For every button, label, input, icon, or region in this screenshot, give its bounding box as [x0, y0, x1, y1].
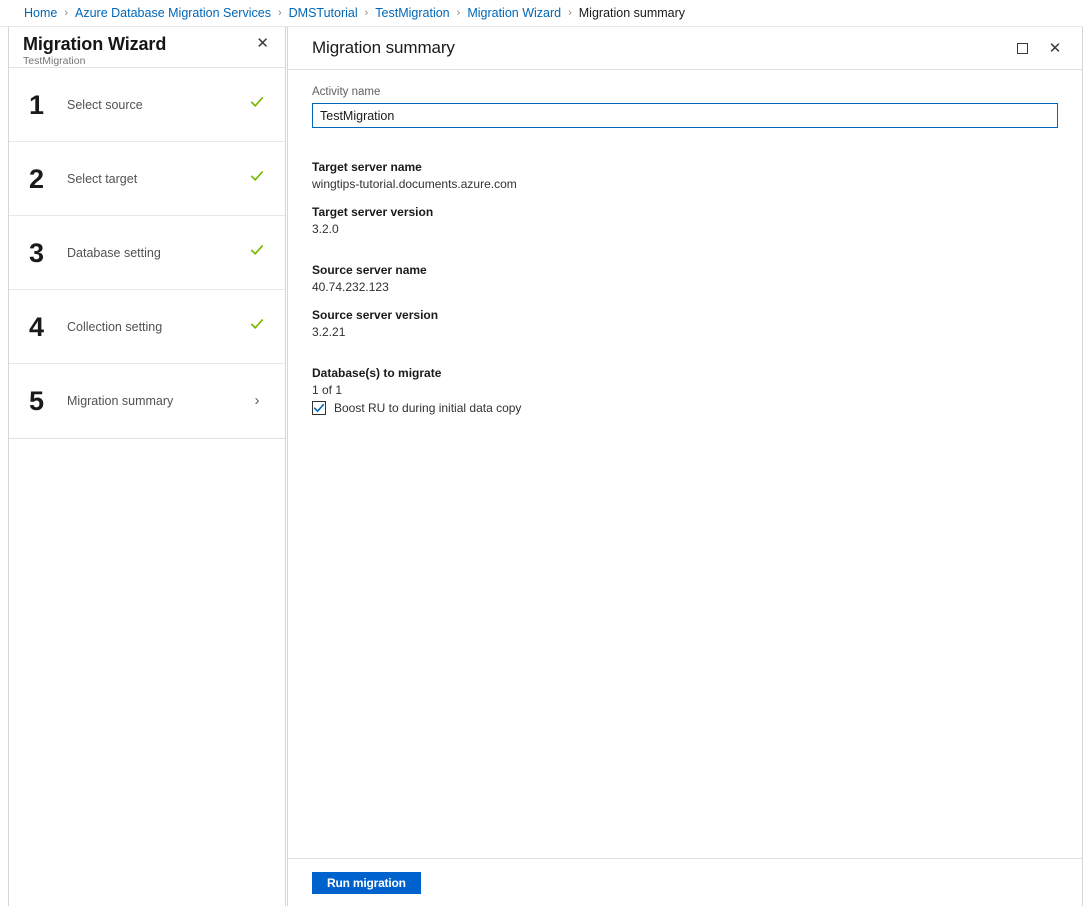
step-status — [247, 243, 267, 262]
summary-key: Source server name — [312, 263, 427, 277]
boost-ru-checkbox[interactable] — [312, 401, 326, 415]
databases-to-migrate-count: 1 of 1 — [312, 383, 343, 397]
sidebar-item-select-source[interactable]: 1 Select source — [9, 68, 285, 142]
check-icon — [250, 245, 264, 255]
content-footer: Run migration — [288, 858, 1082, 906]
check-icon — [250, 319, 264, 329]
step-status — [247, 169, 267, 188]
blade-container: Migration Wizard TestMigration ✕ 1 Selec… — [0, 27, 1083, 911]
boost-ru-checkbox-label: Boost RU to during initial data copy — [334, 401, 522, 415]
wizard-header: Migration Wizard TestMigration ✕ — [9, 27, 285, 68]
breadcrumb-separator-icon: › — [456, 7, 461, 19]
migration-wizard-blade: Migration Wizard TestMigration ✕ 1 Selec… — [8, 27, 286, 906]
step-status: › — [247, 392, 267, 410]
chevron-right-icon: › — [254, 392, 260, 409]
activity-name-input[interactable] — [312, 103, 1058, 128]
step-label: Migration summary — [67, 394, 174, 408]
summary-group-target-server-version: Target server version 3.2.0 — [312, 204, 1058, 238]
summary-group-source-server-name: Source server name 40.74.232.123 — [312, 262, 1058, 296]
step-number: 4 — [29, 311, 44, 342]
sidebar-item-select-target[interactable]: 2 Select target — [9, 142, 285, 216]
summary-group-source-server-version: Source server version 3.2.21 — [312, 307, 1058, 341]
page-title: Migration summary — [312, 38, 455, 57]
step-number: 2 — [29, 163, 44, 194]
summary-group-databases-to-migrate: Database(s) to migrate 1 of 1 Boost RU t… — [312, 365, 1058, 415]
check-icon — [250, 171, 264, 181]
summary-key: Source server version — [312, 308, 439, 322]
step-label: Select source — [67, 97, 143, 112]
check-icon — [313, 403, 325, 412]
maximize-icon[interactable] — [1012, 38, 1032, 58]
wizard-header-text: Migration Wizard TestMigration — [23, 33, 166, 68]
step-status — [247, 95, 267, 114]
wizard-empty-area — [9, 439, 285, 906]
summary-key: Target server name — [312, 160, 422, 174]
wizard-step-list: 1 Select source 2 Select target 3 Databa… — [9, 68, 285, 439]
migration-summary-blade: Migration summary ✕ Activity name Target… — [287, 27, 1083, 906]
sidebar-item-migration-summary[interactable]: 5 Migration summary › — [9, 364, 285, 438]
content-header: Migration summary ✕ — [288, 27, 1082, 70]
databases-to-migrate-label: Database(s) to migrate — [312, 366, 442, 380]
header-actions: ✕ — [1012, 38, 1065, 58]
step-label: Database setting — [67, 245, 161, 260]
sidebar-item-database-setting[interactable]: 3 Database setting — [9, 216, 285, 290]
close-x-glyph: ✕ — [1048, 39, 1062, 57]
summary-value: wingtips-tutorial.documents.azure.com — [312, 177, 517, 191]
close-icon[interactable]: ✕ — [252, 33, 273, 55]
activity-name-label: Activity name — [312, 86, 381, 98]
breadcrumb-item-dmstutorial[interactable]: DMSTutorial — [289, 6, 358, 20]
maximize-square — [1016, 42, 1028, 54]
summary-value: 3.2.0 — [312, 222, 339, 236]
close-icon[interactable]: ✕ — [1045, 38, 1065, 58]
content-body: Activity name Target server name wingtip… — [288, 70, 1082, 858]
breadcrumb-item-azure-database-migration-services[interactable]: Azure Database Migration Services — [75, 6, 271, 20]
breadcrumb-item-migration-summary: Migration summary — [578, 6, 686, 20]
boost-ru-checkbox-row[interactable]: Boost RU to during initial data copy — [312, 401, 1058, 415]
summary-key: Target server version — [312, 205, 434, 219]
step-number: 1 — [29, 89, 44, 120]
breadcrumb-separator-icon: › — [364, 7, 369, 19]
breadcrumb-item-home[interactable]: Home — [24, 6, 57, 20]
step-label: Select target — [67, 171, 138, 186]
check-icon — [250, 97, 264, 107]
breadcrumb-separator-icon: › — [568, 7, 572, 19]
summary-group-target-server-name: Target server name wingtips-tutorial.doc… — [312, 159, 1058, 193]
run-migration-button[interactable]: Run migration — [312, 871, 421, 894]
step-label: Collection setting — [67, 319, 163, 334]
breadcrumb-item-testmigration[interactable]: TestMigration — [375, 6, 449, 20]
wizard-subtitle: TestMigration — [23, 55, 86, 67]
summary-details: Target server name wingtips-tutorial.doc… — [312, 159, 1058, 415]
summary-value: 3.2.21 — [312, 325, 346, 339]
breadcrumb: Home › Azure Database Migration Services… — [0, 0, 1083, 27]
step-number: 3 — [29, 237, 44, 268]
step-status — [247, 317, 267, 336]
breadcrumb-separator-icon: › — [64, 7, 69, 19]
breadcrumb-separator-icon: › — [277, 7, 282, 19]
step-number: 5 — [29, 386, 44, 416]
sidebar-item-collection-setting[interactable]: 4 Collection setting — [9, 290, 285, 364]
summary-value: 40.74.232.123 — [312, 280, 389, 294]
wizard-title: Migration Wizard — [23, 34, 167, 54]
breadcrumb-item-migration-wizard[interactable]: Migration Wizard — [467, 6, 561, 20]
